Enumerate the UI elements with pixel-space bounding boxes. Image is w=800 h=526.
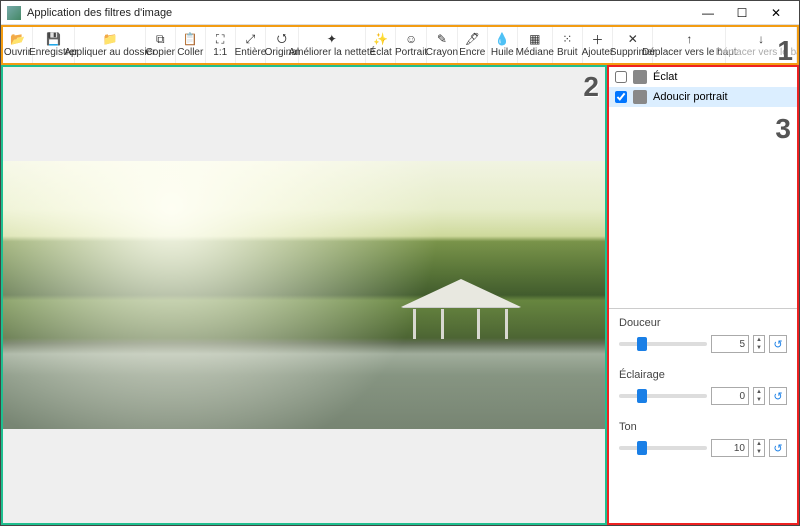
pencil-icon: ✎ — [435, 32, 449, 46]
filter-row[interactable]: Éclat — [609, 67, 797, 87]
maximize-button[interactable]: ☐ — [725, 2, 759, 24]
apply-folder-icon: 📁 — [103, 32, 117, 46]
toolbar-ink-button[interactable]: 🖋Encre — [458, 27, 488, 63]
param-reset-button[interactable]: ↺ — [769, 335, 787, 353]
move-up-icon: ↑ — [682, 32, 696, 46]
move-down-icon: ↓ — [754, 32, 768, 46]
toolbar-apply-folder-button[interactable]: 📁Appliquer au dossier — [75, 27, 146, 63]
toolbar-item-label: Encre — [459, 47, 485, 58]
slider-thumb[interactable] — [637, 441, 647, 455]
toolbar-oil-button[interactable]: 💧Huile — [488, 27, 518, 63]
copy-icon: ⧉ — [153, 32, 167, 46]
param-label: Ton — [619, 421, 787, 433]
filter-label: Adoucir portrait — [653, 91, 728, 103]
open-icon: 📂 — [11, 32, 25, 46]
toolbar-item-label: 1:1 — [213, 47, 227, 58]
title-bar: Application des filtres d'image — ☐ ✕ — [1, 1, 799, 25]
param-value-input[interactable]: 5 — [711, 335, 749, 353]
toolbar-paste-button[interactable]: 📋Coller — [176, 27, 206, 63]
glow-icon: ✨ — [374, 32, 388, 46]
toolbar-item-label: Copier — [146, 47, 175, 58]
pavilion-shape — [401, 279, 521, 339]
param-label: Douceur — [619, 317, 787, 329]
filters-panel: 3 ÉclatAdoucir portrait Douceur5▲▼↺Éclai… — [607, 65, 799, 525]
toolbar-item-label: Éclat — [370, 47, 392, 58]
toolbar-item-label: Portrait — [395, 47, 427, 58]
toolbar-item-label: Ajouter — [582, 47, 614, 58]
toolbar-item-label: Entière — [235, 47, 267, 58]
sharpen-icon: ✦ — [325, 32, 339, 46]
ink-icon: 🖋 — [465, 32, 479, 46]
toolbar-glow-button[interactable]: ✨Éclat — [366, 27, 396, 63]
image-canvas-pane[interactable]: 2 — [1, 65, 607, 525]
add-icon: ＋ — [590, 32, 604, 46]
toolbar-zoom-actual-button[interactable]: ⛶1:1 — [206, 27, 236, 63]
portrait-icon: ☺ — [404, 32, 418, 46]
filter-thumb-icon — [633, 90, 647, 104]
annotation-2: 2 — [583, 71, 599, 103]
toolbar-item-label: Déplacer vers le bas — [716, 47, 799, 58]
param-spinner[interactable]: ▲▼ — [753, 439, 765, 457]
toolbar-pencil-button[interactable]: ✎Crayon — [427, 27, 458, 63]
main-toolbar: 📂Ouvrir💾Enregistrer📁Appliquer au dossier… — [1, 25, 799, 65]
filter-enable-checkbox[interactable] — [615, 91, 627, 103]
toolbar-move-down-button: ↓Déplacer vers le bas — [726, 27, 797, 63]
toolbar-copy-button[interactable]: ⧉Copier — [146, 27, 176, 63]
toolbar-noise-button[interactable]: ⁙Bruit — [553, 27, 583, 63]
image-preview — [3, 161, 605, 429]
param-spinner[interactable]: ▲▼ — [753, 387, 765, 405]
toolbar-add-button[interactable]: ＋Ajouter — [583, 27, 613, 63]
toolbar-sharpen-button[interactable]: ✦Améliorer la netteté — [299, 27, 367, 63]
median-icon: ▦ — [528, 32, 542, 46]
param-slider[interactable] — [619, 342, 707, 346]
paste-icon: 📋 — [183, 32, 197, 46]
toolbar-median-button[interactable]: ▦Médiane — [518, 27, 553, 63]
toolbar-portrait-button[interactable]: ☺Portrait — [396, 27, 427, 63]
param-value-input[interactable]: 10 — [711, 439, 749, 457]
param-slider[interactable] — [619, 394, 707, 398]
toolbar-item-label: Bruit — [557, 47, 578, 58]
param-éclairage: Éclairage 0▲▼↺ — [619, 369, 787, 405]
filter-row[interactable]: Adoucir portrait — [609, 87, 797, 107]
toolbar-item-label: Huile — [491, 47, 514, 58]
filter-label: Éclat — [653, 71, 677, 83]
param-spinner[interactable]: ▲▼ — [753, 335, 765, 353]
param-reset-button[interactable]: ↺ — [769, 387, 787, 405]
filter-enable-checkbox[interactable] — [615, 71, 627, 83]
delete-icon: ✕ — [626, 32, 640, 46]
toolbar-item-label: Crayon — [426, 47, 458, 58]
toolbar-item-label: Appliquer au dossier — [64, 47, 155, 58]
param-value-input[interactable]: 0 — [711, 387, 749, 405]
noise-icon: ⁙ — [560, 32, 574, 46]
filter-parameters: Douceur5▲▼↺Éclairage0▲▼↺Ton10▲▼↺ — [609, 309, 797, 481]
toolbar-item-label: Améliorer la netteté — [288, 47, 375, 58]
toolbar-item-label: Ouvrir — [4, 47, 31, 58]
minimize-button[interactable]: — — [691, 2, 725, 24]
param-douceur: Douceur 5▲▼↺ — [619, 317, 787, 353]
slider-thumb[interactable] — [637, 389, 647, 403]
zoom-fit-icon: ⤢ — [243, 32, 257, 46]
toolbar-item-label: Médiane — [516, 47, 554, 58]
slider-thumb[interactable] — [637, 337, 647, 351]
param-reset-button[interactable]: ↺ — [769, 439, 787, 457]
window-title: Application des filtres d'image — [27, 7, 172, 19]
zoom-actual-icon: ⛶ — [213, 32, 227, 46]
toolbar-zoom-fit-button[interactable]: ⤢Entière — [236, 27, 266, 63]
original-icon: ⭯ — [275, 32, 289, 46]
param-label: Éclairage — [619, 369, 787, 381]
filter-thumb-icon — [633, 70, 647, 84]
oil-icon: 💧 — [495, 32, 509, 46]
app-icon — [7, 6, 21, 20]
save-icon: 💾 — [47, 32, 61, 46]
param-slider[interactable] — [619, 446, 707, 450]
filter-list: Éclat Adoucir portrait — [609, 67, 797, 309]
toolbar-item-label: Coller — [177, 47, 203, 58]
close-button[interactable]: ✕ — [759, 2, 793, 24]
param-ton: Ton 10▲▼↺ — [619, 421, 787, 457]
